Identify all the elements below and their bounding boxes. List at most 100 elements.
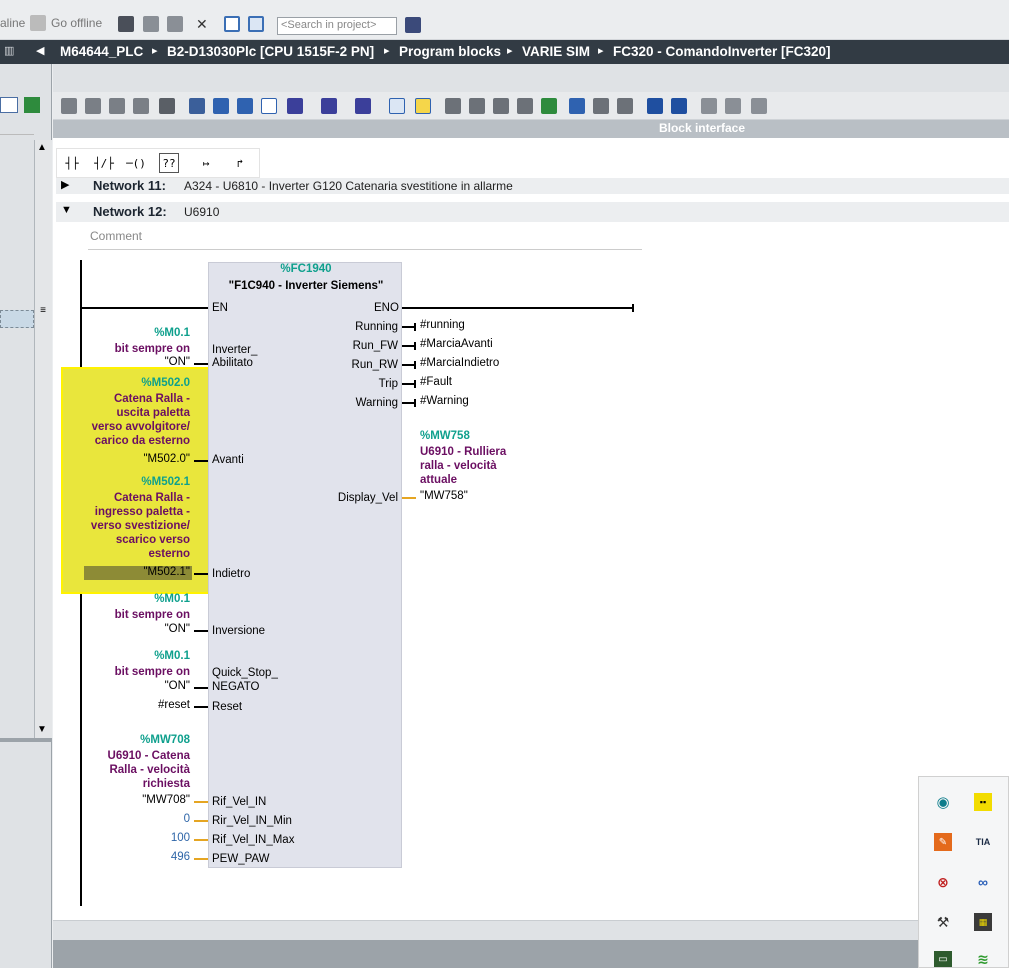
en-wire	[82, 307, 208, 309]
insert-network-icon[interactable]	[61, 98, 77, 114]
operand-value[interactable]: "ON"	[110, 356, 190, 368]
close-branch-icon[interactable]: ↱	[227, 153, 253, 173]
download-icon[interactable]	[647, 98, 663, 114]
operand-value[interactable]: 0	[110, 813, 190, 825]
online-label[interactable]: aline	[0, 14, 25, 32]
terminal-icon[interactable]: ▭	[934, 951, 952, 967]
goto-icon[interactable]	[569, 98, 585, 114]
tree-selected-row[interactable]	[0, 310, 34, 328]
scroll-up-icon[interactable]: ▲	[37, 142, 47, 153]
yellow-grid-icon[interactable]: ▪▪	[974, 793, 992, 811]
refresh-monitor-icon[interactable]	[469, 98, 485, 114]
operand-value[interactable]: #Fault	[420, 376, 452, 388]
breadcrumb-back-icon[interactable]: ◀	[36, 44, 44, 57]
network-11-header[interactable]: ▶ Network 11: A324 - U6810 - Inverter G1…	[56, 178, 1009, 194]
vertical-split-icon[interactable]	[248, 16, 264, 32]
breadcrumb-item[interactable]: VARIE SIM	[522, 44, 590, 59]
breadcrumb-item[interactable]: B2-D13030Plc [CPU 1515F-2 PN]	[167, 44, 374, 59]
operand-value[interactable]: "ON"	[110, 680, 190, 692]
compare-icon[interactable]	[493, 98, 509, 114]
cross-ref-icon[interactable]	[593, 98, 609, 114]
pin-tick	[414, 380, 416, 388]
compile-icon[interactable]	[24, 97, 40, 113]
wifi-icon[interactable]: ≋	[974, 951, 992, 967]
help-icon[interactable]	[118, 16, 134, 32]
operand-value[interactable]: #MarciaIndietro	[420, 357, 499, 369]
block-interface-bar[interactable]: Block interface	[53, 120, 1009, 138]
scroll-down-icon[interactable]: ▼	[37, 724, 47, 735]
tia-portal-icon[interactable]: TIA	[974, 833, 992, 851]
close-all-networks-icon[interactable]	[321, 98, 337, 114]
insert-row-icon[interactable]	[109, 98, 125, 114]
operand-value[interactable]: "MW758"	[420, 490, 468, 502]
scroll-grip-icon[interactable]: ≡	[36, 305, 50, 319]
open-all-networks-icon[interactable]	[287, 98, 303, 114]
eno-wire	[402, 307, 634, 309]
favorites-icon[interactable]	[213, 98, 229, 114]
operand-value[interactable]: 100	[110, 832, 190, 844]
comment-icon[interactable]	[261, 98, 277, 114]
breadcrumb-item[interactable]: Program blocks	[399, 44, 501, 59]
network-12-title[interactable]: U6910	[184, 205, 219, 219]
memory-card-icon[interactable]	[751, 98, 767, 114]
network-11-label: Network 11:	[93, 178, 166, 193]
upload-icon[interactable]	[671, 98, 687, 114]
breadcrumb-item[interactable]: M64644_PLC	[60, 44, 143, 59]
close-icon[interactable]: ✕	[196, 16, 212, 32]
operand-value[interactable]: #reset	[110, 699, 190, 711]
operand-value[interactable]: "MW708"	[110, 794, 190, 806]
grid-app-icon[interactable]: ▦	[974, 913, 992, 931]
search-in-project-icon[interactable]	[405, 17, 421, 33]
operand-value[interactable]: "M502.0"	[100, 453, 190, 465]
split-editor-icon[interactable]	[143, 16, 159, 32]
link-icon[interactable]: ∞	[974, 873, 992, 891]
collapse-icon[interactable]: ▼	[61, 204, 72, 216]
operand-value[interactable]: 496	[110, 851, 190, 863]
coil-icon[interactable]: ─()	[123, 153, 149, 173]
star-list-icon[interactable]	[415, 98, 431, 114]
no-contact-icon[interactable]: ┤├	[59, 153, 85, 173]
glasses-icon[interactable]	[725, 98, 741, 114]
delete-network-icon[interactable]	[85, 98, 101, 114]
split-editor-vertical-icon[interactable]	[167, 16, 183, 32]
tools-icon[interactable]: ⚒	[934, 913, 952, 931]
block-interface-label[interactable]: Block interface	[659, 121, 745, 135]
monitor-icon[interactable]	[445, 98, 461, 114]
block-name[interactable]: "F1C940 - Inverter Siemens"	[209, 280, 403, 292]
horizontal-split-icon[interactable]	[224, 16, 240, 32]
network-12-header[interactable]: ▼ Network 12: U6910	[56, 202, 1009, 222]
check-icon[interactable]	[541, 98, 557, 114]
network-11-title[interactable]: A324 - U6810 - Inverter G120 Catenaria s…	[184, 179, 513, 193]
absolute-operands-icon[interactable]	[189, 98, 205, 114]
empty-box-icon[interactable]: ??	[159, 153, 179, 173]
network-comment[interactable]: Comment	[88, 228, 642, 250]
operand-value[interactable]: #MarciaAvanti	[420, 338, 493, 350]
go-offline-button[interactable]: Go offline	[51, 14, 102, 32]
reset-start-values-icon[interactable]	[159, 98, 175, 114]
operand-symbol: ralla - velocità	[420, 460, 497, 472]
expand-icon[interactable]: ▶	[61, 178, 69, 191]
go-offline-icon[interactable]	[30, 15, 46, 31]
open-branch-icon[interactable]: ↦	[193, 153, 219, 173]
snapshot-icon[interactable]	[517, 98, 533, 114]
operand-display-icon[interactable]	[355, 98, 371, 114]
editor-icon[interactable]: ✎	[934, 833, 952, 851]
online-monitor-icon[interactable]	[701, 98, 717, 114]
operand-value[interactable]: #running	[420, 319, 465, 331]
panel-icon[interactable]: ▥	[4, 44, 14, 57]
list-icon[interactable]	[389, 98, 405, 114]
operand-value[interactable]: #Warning	[420, 395, 469, 407]
add-row-icon[interactable]	[133, 98, 149, 114]
tree-icon[interactable]	[617, 98, 633, 114]
disconnect-icon[interactable]: ⊗	[934, 873, 952, 891]
operand-value[interactable]: "M502.1"	[100, 566, 190, 578]
breadcrumb-item[interactable]: FC320 - ComandoInverter [FC320]	[613, 44, 831, 59]
panel-splitter[interactable]	[0, 738, 52, 742]
network-icon[interactable]: ◉	[934, 793, 952, 811]
vertical-scrollbar[interactable]: ▲ ≡ ▼	[34, 140, 52, 738]
operand-value[interactable]: "ON"	[110, 623, 190, 635]
list-view-icon[interactable]	[0, 97, 18, 113]
nc-contact-icon[interactable]: ┤/├	[91, 153, 117, 173]
search-input[interactable]: <Search in project>	[277, 17, 397, 35]
networks-open-icon[interactable]	[237, 98, 253, 114]
